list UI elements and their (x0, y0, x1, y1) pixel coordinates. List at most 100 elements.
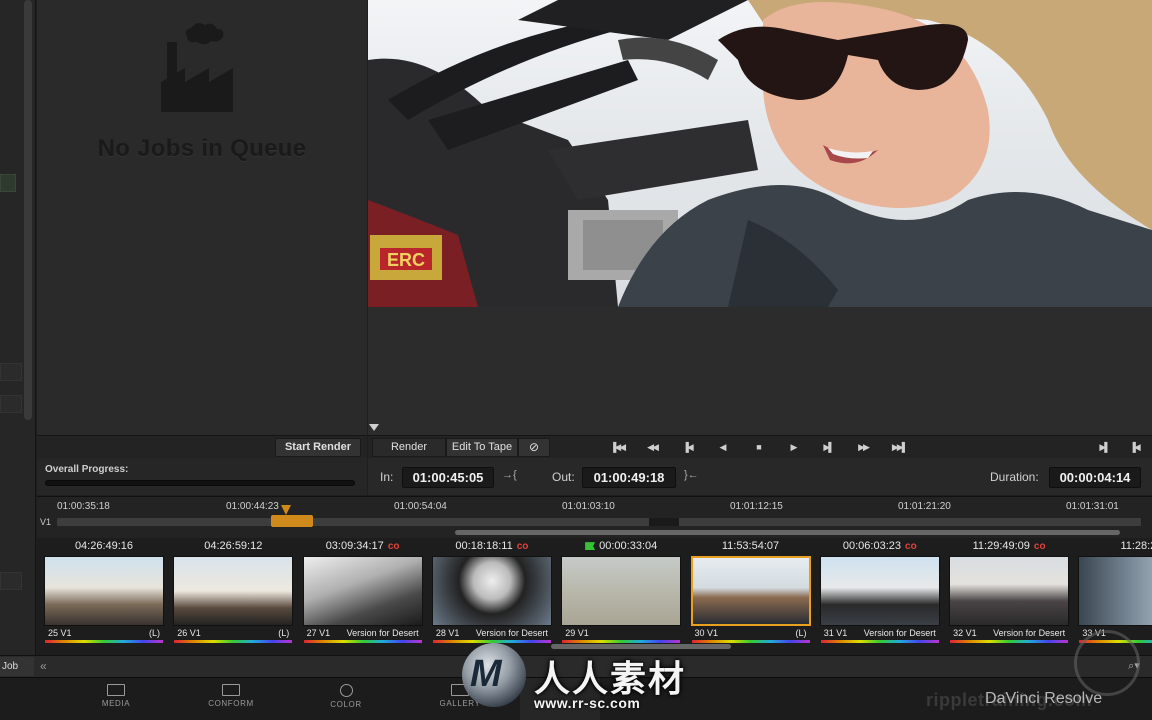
clip-version: Version for Desert (863, 628, 936, 638)
page-media[interactable]: MEDIA (76, 684, 156, 708)
clip-timecode: 04:26:49:16 (42, 540, 166, 552)
clip-timecode-text: 11:53:54:07 (721, 540, 780, 552)
panel-field (0, 572, 22, 590)
mark-in-icon[interactable]: →{ (502, 469, 517, 481)
clip-timecode: 00:00:33:04 (559, 540, 683, 552)
clip-scrollbar[interactable] (551, 644, 731, 649)
mark-out-icon[interactable]: }← (684, 469, 699, 481)
clip-strip: 04:26:49:16 25 V1 (L) 04:26:59:12 26 V1 (L) 03… (37, 538, 1152, 655)
clip-timecode: 00:18:18:11 co (430, 540, 554, 552)
playhead[interactable] (281, 505, 291, 515)
add-job-button[interactable]: Job (0, 657, 34, 676)
watermark-url: www.rr-sc.com (534, 695, 641, 711)
next-frame-icon[interactable]: ▶▌ (819, 440, 837, 455)
reverse-play-icon[interactable]: ◀ (713, 440, 731, 455)
mini-timeline[interactable]: 01:00:35:18 01:00:44:23 01:00:54:04 01:0… (37, 496, 1152, 538)
media-icon (107, 684, 125, 696)
previous-clip-icon[interactable]: ▐◀ (1125, 440, 1143, 455)
in-timecode-field[interactable]: 01:00:45:05 (402, 467, 494, 488)
start-render-button[interactable]: Start Render (274, 438, 361, 457)
clip-timecode-text: 11:28:2 (1120, 540, 1152, 552)
clip-number: 27 V1 (306, 628, 331, 638)
overall-progress: Overall Progress: (37, 458, 367, 495)
clip-number: 25 V1 (48, 628, 72, 638)
out-timecode-field[interactable]: 01:00:49:18 (582, 467, 676, 488)
panel-swatch (0, 174, 16, 192)
clip-thumbnail[interactable]: 00:06:03:23 co 31 V1 Version for Desert (818, 540, 942, 646)
clip-timecode: 11:53:54:07 (689, 540, 813, 552)
clip-thumbnail[interactable]: 03:09:34:17 co 27 V1 Version for Desert (301, 540, 425, 646)
tab-render[interactable]: Render (372, 438, 446, 457)
viewer-panel: ERC (368, 0, 1152, 435)
link-icon: co (905, 541, 917, 552)
clip-timecode-text: 04:26:59:12 (204, 540, 263, 552)
tab-edit-to-tape[interactable]: Edit To Tape (446, 438, 518, 457)
conform-icon (222, 684, 240, 696)
fast-forward-icon[interactable]: ▶▶ (854, 440, 872, 455)
clip-timecode-text: 04:26:49:16 (74, 540, 134, 552)
fast-reverse-icon[interactable]: ◀◀ (643, 440, 661, 455)
clip-image (819, 556, 940, 626)
track-strip[interactable] (57, 518, 1141, 526)
timecode-row: In: 01:00:45:05 →{ Out: 01:00:49:18 }← D… (368, 458, 1152, 495)
queue-empty-state: No Jobs in Queue (37, 20, 367, 163)
bypass-icon[interactable]: ⊘ (518, 438, 550, 457)
clip-image (302, 556, 423, 626)
duration-label: Duration: (990, 470, 1039, 484)
watermark-logo: M (462, 643, 526, 707)
clip-timecode-text: 00:00:33:04 (599, 540, 658, 552)
clip-image (949, 556, 1070, 626)
clip-color-bar (691, 640, 810, 643)
clip-image (173, 556, 294, 626)
clip-color-bar (45, 640, 163, 643)
progress-label: Overall Progress: (45, 464, 129, 475)
page-color[interactable]: COLOR (306, 684, 386, 709)
collapse-icon[interactable]: « (40, 659, 47, 673)
duration-field[interactable]: 00:00:04:14 (1049, 467, 1141, 488)
go-to-first-icon[interactable]: ▐◀◀ (608, 440, 626, 455)
clip-number: 31 V1 (823, 628, 848, 638)
previous-frame-icon[interactable]: ▐◀ (678, 440, 696, 455)
clip-version: Version for Desert (993, 628, 1066, 638)
clip-timecode: 04:26:59:12 (171, 540, 295, 552)
clip-color-bar (303, 640, 422, 643)
clip-thumbnail[interactable]: 04:26:59:12 26 V1 (L) (171, 540, 295, 646)
link-icon: co (387, 541, 400, 552)
clip-timecode-text: 00:06:03:23 (842, 540, 902, 552)
viewer-scrub-marker[interactable] (369, 424, 379, 431)
go-to-last-icon[interactable]: ▶▶▌ (890, 440, 908, 455)
selected-clip-range[interactable] (271, 515, 313, 527)
clip-version: (L) (149, 628, 160, 638)
page-label: COLOR (330, 700, 362, 709)
clip-color-bar (562, 640, 681, 643)
ruler-label: 01:01:03:10 (562, 501, 615, 512)
stop-icon[interactable]: ■ (749, 440, 767, 455)
clip-thumbnail[interactable]: 04:26:49:16 25 V1 (L) (42, 540, 166, 646)
clip-thumbnail[interactable]: 00:00:33:04 29 V1 (559, 540, 683, 646)
out-label: Out: (552, 470, 575, 484)
track-gap (649, 518, 679, 526)
clip-version: (L) (278, 628, 290, 638)
video-frame: ERC (368, 0, 1152, 307)
play-icon[interactable]: ▶ (784, 440, 802, 455)
left-scrollbar[interactable] (24, 0, 32, 420)
watermark-product: DaVinci Resolve (985, 690, 1103, 707)
queue-toolbar: Start Render (37, 435, 367, 458)
ruler-label: 01:00:35:18 (57, 501, 110, 512)
timeline-scrollbar[interactable] (455, 530, 1120, 535)
page-label: CONFORM (208, 699, 254, 708)
next-clip-icon[interactable]: ▶▌ (1095, 440, 1113, 455)
watermark-circle (1074, 630, 1140, 696)
clip-thumbnail[interactable]: 00:18:18:11 co 28 V1 Version for Desert (430, 540, 554, 646)
page-conform[interactable]: CONFORM (191, 684, 271, 708)
ruler-label: 01:00:54:04 (394, 501, 447, 512)
clip-version: (L) (795, 628, 807, 638)
progress-bar (45, 480, 355, 486)
clip-image (690, 556, 811, 626)
video-preview: ERC (368, 0, 1152, 307)
panel-field (0, 363, 22, 381)
panel-field (0, 395, 22, 413)
clip-thumbnail[interactable]: 11:53:54:07 30 V1 (L) (689, 540, 813, 646)
clip-image (1078, 556, 1152, 626)
clip-thumbnail[interactable]: 11:29:49:09 co 32 V1 Version for Desert (947, 540, 1071, 646)
